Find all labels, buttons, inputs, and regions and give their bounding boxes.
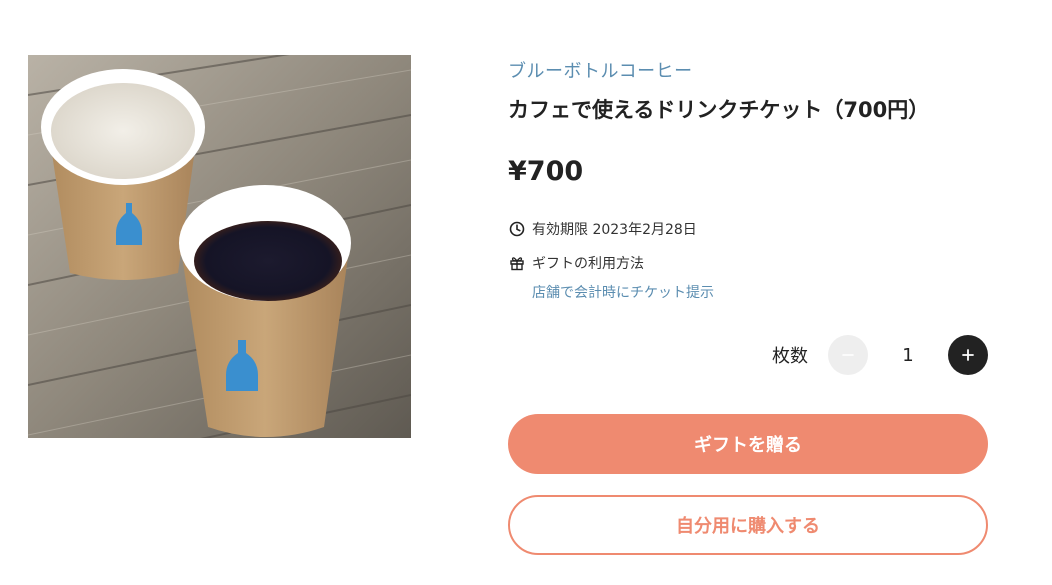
buy-for-self-button[interactable]: 自分用に購入する	[508, 495, 988, 555]
quantity-label: 枚数	[772, 346, 808, 367]
gift-icon	[508, 254, 526, 272]
expiry-row: 有効期限 2023年2月28日	[508, 219, 697, 239]
minus-icon	[842, 354, 854, 356]
gift-usage-label: ギフトの利用方法	[532, 256, 644, 272]
quantity-value: 1	[902, 344, 914, 366]
brand-link[interactable]: ブルーボトルコーヒー	[508, 57, 693, 83]
quantity-stepper: 枚数 1	[772, 334, 988, 376]
product-image	[28, 55, 411, 438]
send-gift-button[interactable]: ギフトを贈る	[508, 414, 988, 474]
clock-icon	[508, 220, 526, 238]
gift-usage-detail: 店舗で会計時にチケット提示	[532, 285, 714, 301]
product-price: ¥700	[508, 156, 584, 187]
expiry-label: 有効期限 2023年2月28日	[532, 222, 697, 238]
quantity-decrement-button[interactable]	[828, 335, 868, 375]
quantity-increment-button[interactable]	[948, 335, 988, 375]
plus-icon	[962, 349, 974, 361]
gift-usage-row: ギフトの利用方法	[508, 253, 644, 273]
product-page: ブルーボトルコーヒー カフェで使えるドリンクチケット（700円） ¥700 有効…	[0, 0, 1052, 585]
product-title: カフェで使えるドリンクチケット（700円）	[508, 98, 930, 122]
